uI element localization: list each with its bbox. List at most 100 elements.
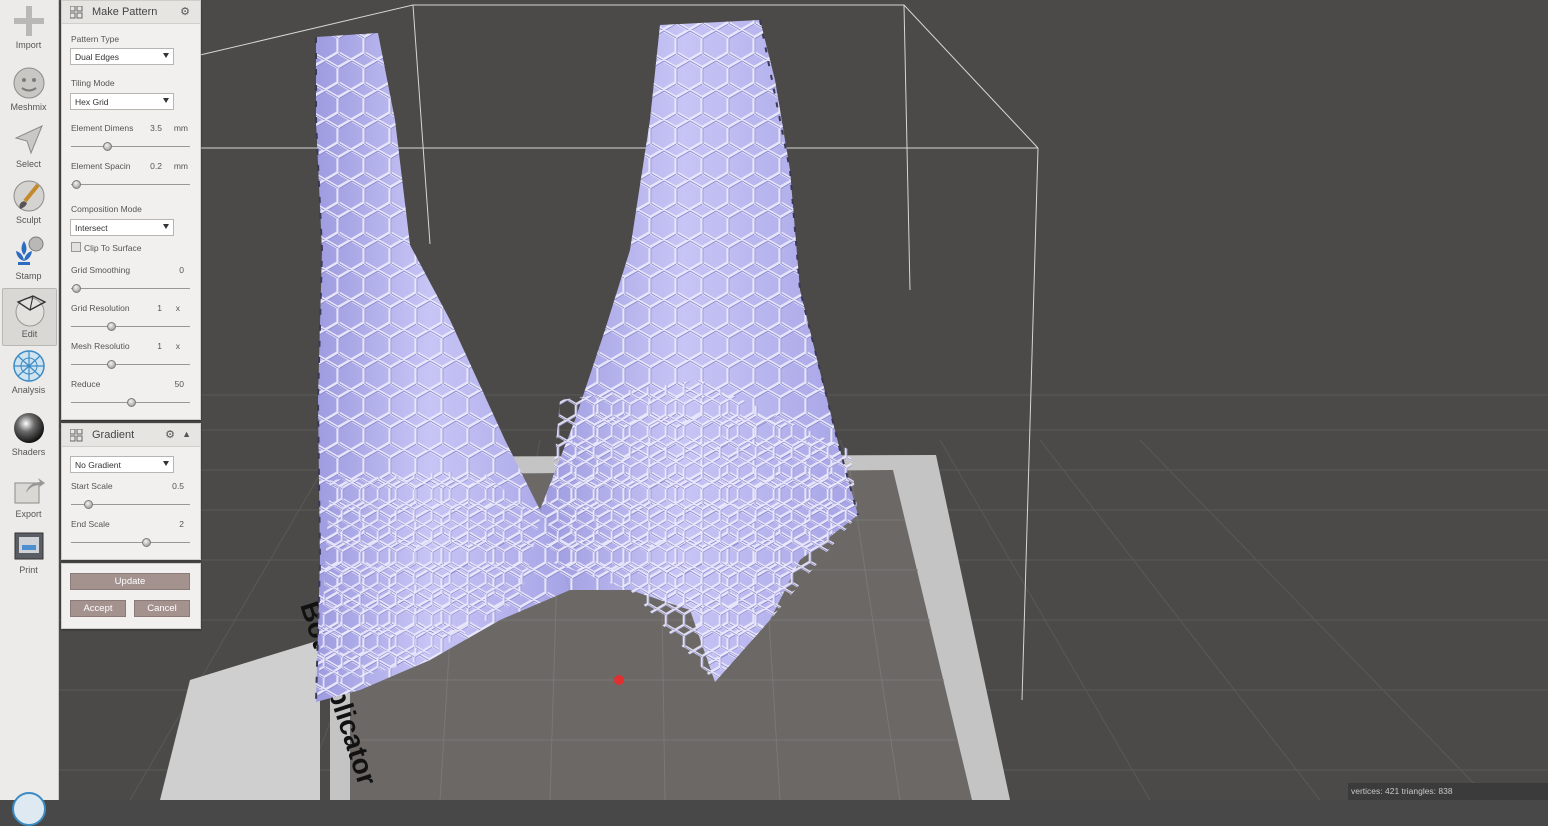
mesh-resolution-value: 1	[157, 341, 162, 351]
clip-to-surface-label: Clip To Surface	[84, 243, 142, 253]
settings-gear-icon[interactable]: ⚙	[180, 5, 190, 18]
tool-stamp[interactable]: Stamp	[2, 231, 55, 287]
end-scale-value: 2	[179, 519, 184, 529]
composition-mode-value: Intersect	[75, 223, 108, 233]
make-pattern-panel: Make Pattern ⚙ Pattern Type Dual Edges T…	[61, 0, 201, 420]
pattern-type-select[interactable]: Dual Edges	[70, 48, 174, 65]
bottom-globe-icon[interactable]	[12, 792, 46, 826]
reduce-label: Reduce	[71, 379, 101, 389]
3d-viewport[interactable]: Bot Replicator	[58, 0, 1548, 800]
slider-knob[interactable]	[71, 180, 81, 189]
tool-select[interactable]: Select	[2, 119, 55, 175]
tool-label: Shaders	[11, 447, 46, 457]
element-spacing-label: Element Spacin	[71, 161, 131, 171]
grid-resolution-value: 1	[157, 303, 162, 313]
slider-knob[interactable]	[141, 538, 151, 547]
element-dimens-unit: mm	[173, 123, 188, 133]
make-pattern-title: Make Pattern	[92, 6, 158, 18]
tool-label: Meshmix	[10, 102, 47, 112]
grid-resolution-label: Grid Resolution	[71, 303, 130, 313]
element-spacing-unit: mm	[173, 161, 188, 171]
tiling-mode-label: Tiling Mode	[71, 78, 115, 88]
slider-knob[interactable]	[102, 142, 112, 151]
slider-knob[interactable]	[107, 322, 117, 331]
dropdown-arrow-icon	[163, 53, 169, 58]
mesh-resolution-label: Mesh Resolutio	[71, 341, 130, 351]
pivot-marker	[614, 675, 624, 685]
tool-shaders[interactable]: Shaders	[2, 407, 55, 463]
dropdown-arrow-icon	[163, 98, 169, 103]
tool-sculpt[interactable]: Sculpt	[2, 175, 55, 231]
composition-mode-select[interactable]: Intersect	[70, 219, 174, 236]
pattern-type-value: Dual Edges	[75, 52, 119, 62]
grid-smoothing-value: 0	[179, 265, 184, 275]
panel-grid-icon	[70, 429, 83, 442]
plus-icon	[13, 6, 44, 36]
brush-icon	[13, 180, 44, 212]
export-icon	[14, 478, 45, 504]
start-scale-slider[interactable]	[71, 500, 190, 509]
status-bar: vertices: 421 triangles: 838	[1348, 783, 1548, 800]
edit-cube-icon	[15, 295, 46, 327]
settings-gear-icon[interactable]: ⚙	[165, 428, 175, 441]
mesh-resolution-slider[interactable]	[71, 360, 190, 369]
dropdown-arrow-icon	[163, 224, 169, 229]
end-scale-slider[interactable]	[71, 538, 190, 547]
clip-to-surface-checkbox[interactable]	[71, 242, 81, 252]
slider-knob[interactable]	[107, 360, 117, 369]
end-scale-label: End Scale	[71, 519, 110, 529]
tiling-mode-value: Hex Grid	[75, 97, 109, 107]
shader-sphere-icon	[13, 413, 44, 443]
panel-grid-icon	[70, 6, 83, 19]
tool-import[interactable]: Import	[2, 0, 55, 56]
grid-smoothing-slider[interactable]	[71, 284, 190, 293]
element-dimens-slider[interactable]	[71, 142, 190, 151]
grid-resolution-slider[interactable]	[71, 322, 190, 331]
cancel-button[interactable]: Cancel	[134, 600, 190, 617]
gradient-header: Gradient ⚙ ▲	[62, 424, 200, 447]
collapse-caret-icon[interactable]: ▲	[182, 429, 191, 439]
pattern-type-label: Pattern Type	[71, 34, 120, 44]
dropdown-arrow-icon	[163, 461, 169, 466]
element-dimens-value: 3.5	[150, 123, 162, 133]
update-button[interactable]: Update	[70, 573, 190, 590]
reduce-slider[interactable]	[71, 398, 190, 407]
tool-print[interactable]: Print	[2, 525, 55, 581]
mesh-resolution-unit: x	[175, 341, 180, 351]
element-spacing-slider[interactable]	[71, 180, 190, 189]
tool-label: Print	[19, 565, 38, 575]
tool-label: Stamp	[15, 271, 42, 281]
analysis-sphere-icon	[12, 350, 45, 382]
accept-button[interactable]: Accept	[70, 600, 126, 617]
actions-panel: Update Accept Cancel	[61, 563, 201, 629]
meshmix-face-icon	[13, 67, 44, 99]
tool-label: Export	[15, 509, 42, 519]
printer-icon	[14, 532, 43, 560]
reduce-value: 50	[174, 379, 184, 389]
element-spacing-value: 0.2	[150, 161, 162, 171]
tool-label: Import	[15, 40, 42, 50]
composition-mode-label: Composition Mode	[71, 204, 142, 214]
slider-knob[interactable]	[71, 284, 81, 293]
tool-export[interactable]: Export	[2, 469, 55, 525]
element-dimens-label: Element Dimens	[71, 123, 134, 133]
tool-label: Sculpt	[15, 215, 41, 225]
tool-analysis[interactable]: Analysis	[2, 345, 55, 401]
make-pattern-header: Make Pattern ⚙	[62, 1, 200, 24]
tiling-mode-select[interactable]: Hex Grid	[70, 93, 174, 110]
tool-label: Select	[15, 159, 41, 169]
gradient-mode-select[interactable]: No Gradient	[70, 456, 174, 473]
tool-meshmix[interactable]: Meshmix	[2, 62, 55, 118]
gradient-panel: Gradient ⚙ ▲ No Gradient Start Scale 0.5…	[61, 423, 201, 560]
left-toolbar: Import Meshmix Select Sculpt Stamp Edit …	[0, 0, 59, 826]
tool-label: Analysis	[11, 385, 46, 395]
start-scale-label: Start Scale	[71, 481, 113, 491]
select-arrow-icon	[14, 125, 43, 155]
gradient-mode-value: No Gradient	[75, 460, 121, 470]
slider-knob[interactable]	[83, 500, 93, 509]
tool-label: Edit	[21, 329, 38, 339]
slider-knob[interactable]	[126, 398, 136, 407]
stamp-fleur-icon	[15, 236, 43, 265]
tool-edit[interactable]: Edit	[2, 288, 57, 346]
scene-canvas[interactable]: Bot Replicator	[58, 0, 1548, 800]
